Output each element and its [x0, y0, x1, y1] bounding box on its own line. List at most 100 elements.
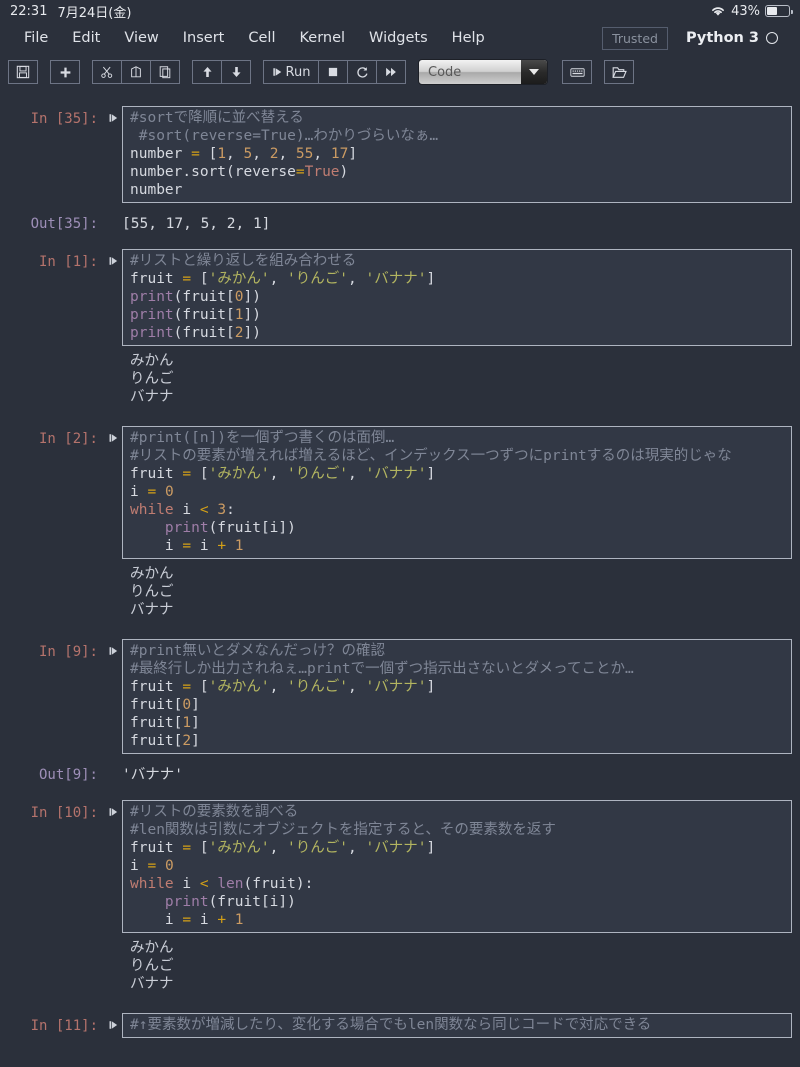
run-cell-indicator-icon[interactable] [104, 106, 122, 124]
insert-cell-below-button[interactable] [50, 60, 80, 84]
move-cell-up-button[interactable] [192, 60, 222, 84]
ios-status-bar: 22:31 7月24日(金) 43% [0, 0, 800, 22]
code-token: ] [191, 733, 200, 749]
notebook-cell[interactable]: In [1]: #リストと繰り返しを組み合わせる fruit = ['みかん', '… [0, 249, 800, 346]
code-line: fruit[1] [130, 714, 785, 732]
code-token: i [191, 912, 218, 928]
code-line: #sortで降順に並べ替える [130, 109, 785, 127]
cut-cell-button[interactable] [92, 60, 122, 84]
cell-spacer [0, 623, 800, 639]
run-cell-indicator-icon[interactable] [104, 249, 122, 267]
output-spacer [0, 754, 800, 762]
restart-and-run-all-button[interactable] [376, 60, 406, 84]
notebook-cell[interactable]: In [11]: #↑要素数が増減したり、変化する場合でもlen関数なら同じコード… [0, 1013, 800, 1038]
menu-item-edit[interactable]: Edit [60, 26, 112, 50]
interrupt-kernel-button[interactable] [318, 60, 348, 84]
run-cell-button[interactable]: Run [263, 60, 319, 84]
code-line: #print([n])を一個ずつ書くのは面倒… [130, 429, 785, 447]
paste-cell-button[interactable] [150, 60, 180, 84]
move-cell-down-button[interactable] [221, 60, 251, 84]
restart-circular-arrow-icon [356, 66, 368, 78]
kernel-idle-circle-icon[interactable] [766, 32, 778, 44]
code-token: #print([n])を一個ずつ書くのは面倒… [130, 430, 395, 446]
notebook-cell[interactable]: In [35]: #sortで降順に並べ替える #sort(reverse=Tru… [0, 106, 800, 203]
trusted-badge[interactable]: Trusted [602, 26, 668, 50]
input-prompt-label: In [1]: [38, 254, 98, 270]
output-prompt-spacer: . [0, 346, 104, 367]
code-token: 'みかん' [208, 840, 270, 856]
run-cell-indicator-icon[interactable] [104, 639, 122, 657]
output-prompt-label: Out[35]: [30, 216, 98, 232]
code-line: fruit = ['みかん', 'りんご', 'バナナ'] [130, 465, 785, 483]
code-editor[interactable]: #リストと繰り返しを組み合わせる fruit = ['みかん', 'りんご', '… [122, 249, 792, 346]
notebook-cell[interactable]: In [9]: #print無いとダメなんだっけ？の確認 #最終行しか出力されねぇ…… [0, 639, 800, 754]
code-token: print [164, 894, 209, 910]
command-palette-button[interactable] [562, 60, 592, 84]
notebook-cell[interactable]: In [10]: #リストの要素数を調べる #len関数は引数にオブジェクトを指定す… [0, 800, 800, 933]
output-gutter-spacer [104, 559, 122, 564]
menu-item-kernel[interactable]: Kernel [287, 26, 357, 50]
save-button[interactable] [8, 60, 38, 84]
toolbar-group-extra [562, 60, 592, 84]
toolbar-group-open [604, 60, 634, 84]
chevron-down-icon[interactable] [521, 60, 547, 84]
code-token: fruit[ [130, 697, 183, 713]
code-token: < [199, 502, 209, 518]
run-cell-indicator-icon[interactable] [104, 426, 122, 444]
toolbar-group-clipboard [92, 60, 180, 84]
code-line: print(fruit[i]) [130, 893, 785, 911]
code-token: , [348, 840, 366, 856]
code-editor[interactable]: #リストの要素数を調べる #len関数は引数にオブジェクトを指定すると、その要素数… [122, 800, 792, 933]
restart-kernel-button[interactable] [347, 60, 377, 84]
code-editor[interactable]: #print無いとダメなんだっけ？の確認 #最終行しか出力されねぇ…printで一… [122, 639, 792, 754]
code-token: (fruit[ [173, 289, 235, 305]
code-token: , [278, 146, 296, 162]
code-token: 1 [217, 146, 227, 162]
run-cell-indicator-icon[interactable] [104, 800, 122, 818]
code-token: i [191, 538, 218, 554]
code-token: , [348, 466, 366, 482]
menu-item-cell[interactable]: Cell [236, 26, 287, 50]
output-gutter-spacer [104, 346, 122, 351]
menu-item-help[interactable]: Help [440, 26, 497, 50]
code-line: fruit = ['みかん', 'りんご', 'バナナ'] [130, 270, 785, 288]
code-token: 'みかん' [208, 271, 270, 287]
code-token: 'りんご' [287, 840, 348, 856]
menu-item-file[interactable]: File [12, 26, 60, 50]
code-token: 'りんご' [287, 466, 348, 482]
open-file-button[interactable] [604, 60, 634, 84]
code-token: 0 [164, 858, 174, 874]
code-token: i [130, 484, 148, 500]
cell-spacer [0, 997, 800, 1013]
cell-output-result: Out[9]: 'バナナ' [0, 762, 800, 784]
arrow-up-icon [202, 66, 212, 78]
floppy-disk-icon [16, 65, 30, 79]
output-prompt-spacer: . [0, 933, 104, 954]
code-token: (fruit[i]) [208, 520, 296, 536]
code-token: 2 [182, 733, 192, 749]
code-token: 'みかん' [208, 679, 270, 695]
notebook-scroll-area[interactable]: In [35]: #sortで降順に並べ替える #sort(reverse=Tru… [0, 90, 800, 1067]
code-editor[interactable]: #↑要素数が増減したり、変化する場合でもlen関数なら同じコードで対応できる [122, 1013, 792, 1038]
code-editor[interactable]: #print([n])を一個ずつ書くのは面倒… #リストの要素が増えれば増えるほど… [122, 426, 792, 559]
code-token: print [130, 289, 174, 305]
menu-item-view[interactable]: View [112, 26, 170, 50]
code-editor[interactable]: #sortで降順に並べ替える #sort(reverse=True)…わかりづら… [122, 106, 792, 203]
jupyter-menu-bar: File Edit View Insert Cell Kernel Widget… [0, 22, 800, 54]
code-line: #リストの要素が増えれば増えるほど、インデックス一つずつにprintするのは現実… [130, 447, 785, 465]
code-line: number.sort(reverse=True) [130, 163, 785, 181]
code-token: 'みかん' [208, 466, 270, 482]
menu-item-insert[interactable]: Insert [171, 26, 237, 50]
cell-type-select[interactable]: Code [418, 59, 548, 85]
code-token: ]) [243, 307, 261, 323]
code-token: 0 [182, 697, 192, 713]
code-token: ] [426, 271, 436, 287]
menu-item-widgets[interactable]: Widgets [357, 26, 440, 50]
code-token: fruit [130, 840, 183, 856]
run-cell-indicator-icon[interactable] [104, 1013, 122, 1031]
copy-cell-button[interactable] [121, 60, 151, 84]
notebook-cell[interactable]: In [2]: #print([n])を一個ずつ書くのは面倒… #リストの要素が増え… [0, 426, 800, 559]
code-line: #↑要素数が増減したり、変化する場合でもlen関数なら同じコードで対応できる [130, 1016, 785, 1034]
